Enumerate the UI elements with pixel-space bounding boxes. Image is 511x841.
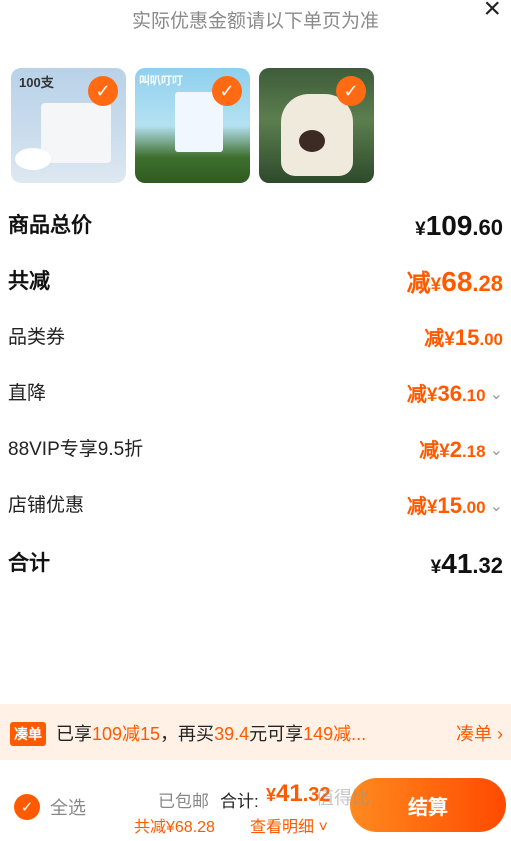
close-button[interactable]: ×	[483, 0, 501, 24]
discount-value: 减¥2.18 ⌄	[419, 430, 503, 473]
goods-total-row: 商品总价 ¥109.60	[0, 206, 511, 246]
yen-symbol: ¥	[430, 275, 442, 296]
notice-text: 实际优惠金额请以下单页为准	[131, 11, 379, 32]
discount-prefix: 减	[406, 496, 427, 518]
checkmark-icon[interactable]: ✓	[14, 794, 40, 820]
checkout-button[interactable]: 结算	[350, 778, 506, 832]
discount-row-category-coupon: 品类券 减¥15.00	[0, 318, 511, 358]
total-discount-int: 68	[441, 266, 473, 297]
promo-badge: 凑单	[10, 722, 46, 746]
total-discount-dec: .28	[472, 271, 503, 296]
yen-symbol: ¥	[426, 385, 438, 406]
discount-int: 15	[454, 325, 480, 350]
goods-total-int: 109	[425, 210, 473, 241]
goods-total-label: 商品总价	[8, 214, 92, 237]
view-details-link[interactable]: 查看明细 ˅	[250, 813, 328, 837]
discount-row-direct-cut[interactable]: 直降 减¥36.10 ⌄	[0, 374, 511, 414]
chevron-down-icon[interactable]: ⌄	[490, 375, 503, 415]
select-all-label: 全选	[50, 798, 86, 818]
yen-symbol: ¥	[439, 441, 450, 462]
total-discount-row: 共减 减¥68.28	[0, 262, 511, 302]
bottom-saved-text: 共减¥68.28	[134, 819, 215, 836]
discount-label: 直降	[8, 383, 47, 404]
discount-dec: .10	[461, 386, 486, 405]
product-1-box	[41, 103, 111, 163]
chevron-down-icon[interactable]: ⌄	[490, 487, 503, 527]
yen-symbol: ¥	[430, 557, 442, 578]
discount-row-88vip[interactable]: 88VIP专享9.5折 减¥2.18 ⌄	[0, 430, 511, 470]
bottom-total-int: 41	[276, 780, 303, 807]
discount-label: 88VIP专享9.5折	[8, 439, 144, 460]
promo-text-part: ，再买	[160, 724, 215, 744]
checkmark-icon[interactable]: ✓	[88, 76, 118, 106]
sum-label: 合计	[8, 552, 50, 575]
goods-total-value: ¥109.60	[415, 206, 503, 251]
discount-row-store[interactable]: 店铺优惠 减¥15.00 ⌄	[0, 486, 511, 526]
discount-value: 减¥15.00 ⌄	[407, 486, 503, 529]
product-2-label: 叫叭叮叮	[139, 75, 183, 87]
sum-value: ¥41.32	[431, 544, 503, 589]
discount-dec: .18	[461, 442, 486, 461]
discount-value: 减¥15.00	[424, 318, 503, 361]
watermark: 值得比	[316, 788, 370, 808]
bottom-total-label: 合计:	[220, 792, 259, 811]
yen-symbol: ¥	[415, 219, 426, 240]
yen-symbol: ¥	[444, 329, 455, 350]
product-thumbnail-2[interactable]: 叫叭叮叮 ✓	[135, 68, 250, 183]
discount-int: 2	[449, 437, 462, 462]
checkmark-icon[interactable]: ✓	[336, 76, 366, 106]
free-shipping-label: 已包邮	[158, 792, 209, 811]
sum-dec: .32	[472, 553, 503, 578]
select-all-toggle[interactable]: ✓ 全选	[14, 794, 86, 820]
promo-text: 已享109减15，再买39.4元可享149减...	[56, 720, 406, 746]
promo-text-highlight: 109减15	[92, 724, 161, 744]
cotton-ball-shape	[15, 148, 51, 170]
checkmark-icon[interactable]: ✓	[212, 76, 242, 106]
promo-text-highlight: 39.4	[214, 724, 250, 744]
product-thumbnail-1[interactable]: 100支 ✓	[11, 68, 126, 183]
discount-dec: .00	[461, 498, 486, 517]
bottom-checkout-bar: ✓ 全选 已包邮 合计: ¥41.32 共减¥68.28 查看明细 ˅ 结算 值…	[0, 760, 511, 841]
discount-int: 15	[437, 493, 462, 518]
promo-text-part: 已享	[56, 724, 92, 744]
total-discount-value: 减¥68.28	[407, 262, 503, 307]
discount-label: 品类券	[8, 327, 66, 348]
discount-value: 减¥36.10 ⌄	[407, 374, 503, 417]
goods-total-dec: .60	[472, 215, 503, 240]
discount-int: 36	[437, 381, 462, 406]
sum-row: 合计 ¥41.32	[0, 544, 511, 584]
yen-symbol: ¥	[266, 785, 277, 805]
add-items-link[interactable]: 凑单 ›	[456, 720, 503, 746]
promo-bar[interactable]: 凑单 已享109减15，再买39.4元可享149减... 凑单 ›	[0, 704, 511, 760]
total-discount-label: 共减	[8, 270, 50, 293]
discount-prefix: 减	[406, 384, 427, 406]
chevron-down-icon[interactable]: ⌄	[490, 431, 503, 471]
promo-text-part: 元可享	[249, 724, 304, 744]
product-thumbnails: 100支 ✓ 叫叭叮叮 ✓ ✓	[11, 68, 374, 183]
bear-nose-shape	[299, 130, 325, 152]
discount-prefix: 减	[419, 440, 440, 462]
discount-dec: .00	[479, 330, 503, 349]
product-thumbnail-3[interactable]: ✓	[259, 68, 374, 183]
promo-text-highlight: 149减...	[303, 724, 367, 744]
discount-label: 店铺优惠	[8, 495, 85, 516]
sum-int: 41	[441, 548, 473, 579]
discount-prefix: 减	[406, 270, 431, 297]
discount-prefix: 减	[424, 328, 445, 350]
product-1-label: 100支	[19, 75, 54, 90]
yen-symbol: ¥	[426, 497, 438, 518]
